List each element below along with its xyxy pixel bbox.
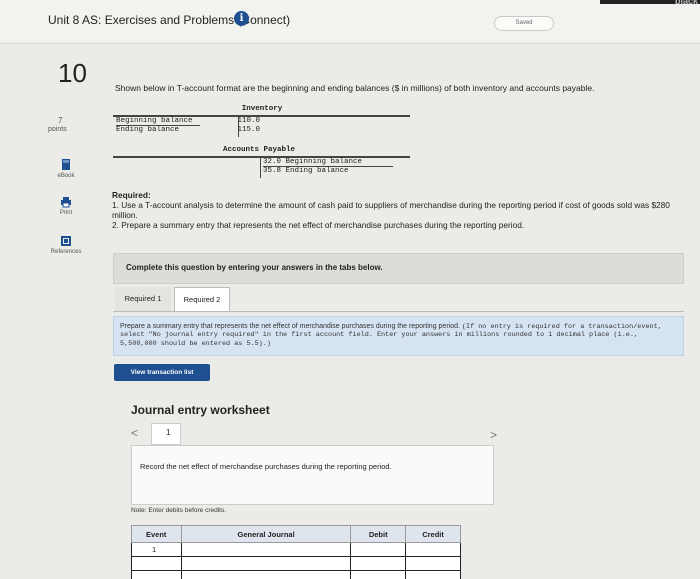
inventory-title: Inventory [241,105,283,113]
table-row: 1 [131,542,461,557]
account-input[interactable] [180,570,352,579]
sidebar-item-label: Print [59,210,73,216]
journal-table: Event General Journal Debit Credit 1 [131,525,461,579]
corner-bar: black [600,0,700,6]
info-icon[interactable]: i [234,11,249,26]
book-icon [62,159,70,170]
top-bar: Unit 8 AS: Exercises and Problems (Conne… [0,0,700,44]
print-icon [61,197,71,208]
debit-input[interactable] [350,570,407,579]
inventory-row-label: Beginning balance [116,117,193,125]
banner-text: Complete this question by entering your … [126,263,383,272]
debit-input[interactable] [350,556,407,571]
chevron-left-icon[interactable]: < [131,426,138,440]
record-prompt-text: Record the net effect of merchandise pur… [140,462,392,471]
required-section: Required: 1. Use a T-account analysis to… [112,190,682,230]
tab-divider [113,311,684,312]
t-account-divider [260,156,261,178]
inventory-row-value: 110.0 [237,117,260,125]
ap-row: 32.0 Beginning balance [263,158,362,166]
event-cell: 1 [131,542,182,557]
column-header-credit: Credit [405,525,461,543]
page-number[interactable]: 1 [151,423,181,445]
event-cell [131,570,182,579]
instructions-main: Prepare a summary entry that represents … [120,323,460,330]
ap-row-value: 32.0 [263,158,282,166]
corner-text: black [674,0,698,6]
chevron-right-icon[interactable]: > [490,428,497,442]
credit-input[interactable] [405,570,461,579]
sidebar-item-label: References [50,249,82,255]
account-input[interactable] [180,556,352,571]
sidebar-item-print[interactable]: Print [46,196,86,216]
required-2-text: 2. Prepare a summary entry that represen… [112,220,525,230]
saved-indicator: Saved [494,16,554,31]
t-account-top-line [113,156,410,158]
credit-input[interactable] [405,542,461,557]
record-prompt-box: Record the net effect of merchandise pur… [131,445,494,505]
accounts-payable-title: Accounts Payable [223,146,296,154]
debits-note: Note: Enter debits before credits. [131,507,227,514]
problem-intro: Shown below in T-account format are the … [115,83,595,93]
ap-row-label: Ending balance [285,167,349,175]
column-header-general-journal: General Journal [180,525,352,543]
sidebar-item-label: eBook [57,173,75,179]
required-heading: Required: [112,190,151,200]
event-cell [131,556,182,571]
references-icon [61,236,71,246]
ap-row-label: Beginning balance [285,158,363,166]
required-1-text: 1. Use a T-account analysis to determine… [112,200,670,220]
sidebar-item-references[interactable]: References [46,235,86,255]
tab-required-2[interactable]: Required 2 [174,287,230,312]
points-value: 7 [58,116,63,125]
ap-row: 35.8 Ending balance [263,167,349,175]
tab-required-1[interactable]: Required 1 [115,287,171,312]
inventory-row-value: 115.0 [237,126,260,134]
account-input[interactable] [180,542,352,557]
column-header-debit: Debit [350,525,407,543]
instructions-banner: Complete this question by entering your … [113,253,684,284]
table-row [131,570,461,579]
credit-input[interactable] [405,556,461,571]
inventory-row-label: Ending balance [116,126,180,134]
journal-header-row: Event General Journal Debit Credit [131,525,461,543]
question-number: 10 [58,58,87,88]
column-header-event: Event [131,525,182,543]
points-label: points [48,126,67,133]
view-transaction-list-button[interactable]: View transaction list [114,364,210,381]
assignment-title: Unit 8 AS: Exercises and Problems (Conne… [48,13,291,27]
debit-input[interactable] [350,542,407,557]
ap-row-value: 35.8 [263,167,282,175]
tab-instructions: Prepare a summary entry that represents … [113,316,684,356]
table-row [131,556,461,571]
sidebar-item-ebook[interactable]: eBook [46,158,86,179]
worksheet-title: Journal entry worksheet [131,403,270,417]
